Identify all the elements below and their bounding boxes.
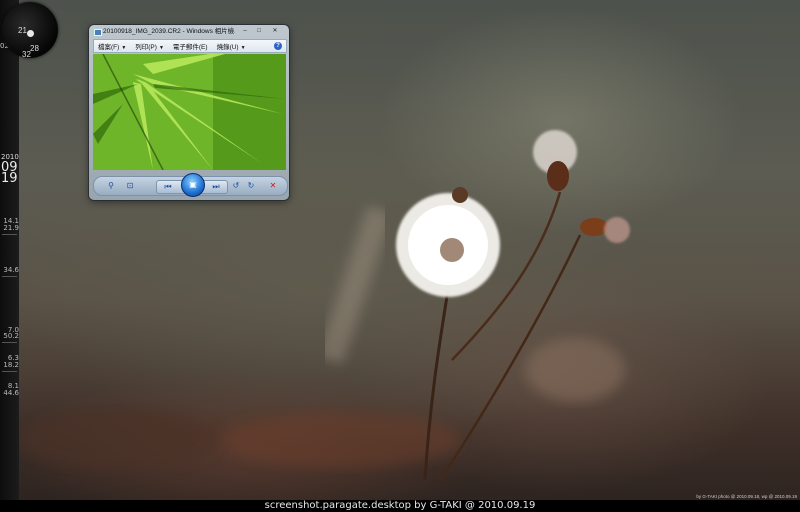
- menu-file-label: 檔案(F): [98, 44, 120, 51]
- menu-email-label: 電子郵件(E): [172, 44, 208, 51]
- zoom-button[interactable]: ⚲: [104, 180, 118, 192]
- viewer-toolbar: ⚲ ⊡ ⏮ ⏭ ▣ ↺ ↻ ✕: [93, 173, 288, 197]
- clock-second: 32: [22, 50, 31, 59]
- menu-print[interactable]: 列印(P) ▼: [131, 41, 169, 51]
- meter-5-bottom: 44.6: [3, 389, 19, 397]
- menu-print-label: 列印(P): [135, 44, 157, 51]
- meter-divider: [2, 371, 17, 372]
- meter-1-bottom: 21.9: [3, 224, 19, 232]
- window-title: 20100918_IMG_2039.CR2 - Windows 相片檢...: [103, 28, 235, 35]
- help-icon[interactable]: ?: [274, 42, 282, 50]
- photo-display[interactable]: [93, 54, 286, 170]
- chevron-down-icon: ▼: [121, 45, 127, 51]
- menu-burn[interactable]: 燒錄(U) ▼: [213, 41, 251, 51]
- meter-4-bottom: 18.2: [3, 361, 19, 369]
- delete-button[interactable]: ✕: [267, 180, 279, 192]
- caption-bar: screenshot.paragate.desktop by G-TAKI @ …: [0, 500, 800, 512]
- meter-2-top: 34.6: [3, 266, 19, 274]
- menu-file[interactable]: 檔案(F) ▼: [94, 41, 131, 51]
- meter-divider: [2, 342, 17, 343]
- rotate-cw-button[interactable]: ↻: [245, 180, 257, 192]
- chevron-down-icon: ▼: [158, 45, 164, 51]
- meter-3-bottom: 50.2: [3, 332, 19, 340]
- clock-gadget[interactable]: 21 28 32: [2, 2, 58, 59]
- actual-size-button[interactable]: ⊡: [124, 180, 136, 192]
- photo-viewer-window[interactable]: 20100918_IMG_2039.CR2 - Windows 相片檢... –…: [89, 25, 289, 200]
- clock-hour: 21: [18, 26, 27, 35]
- minimize-button[interactable]: –: [239, 27, 251, 36]
- rotate-ccw-button[interactable]: ↺: [230, 180, 242, 192]
- meter-divider: [2, 276, 17, 277]
- menu-burn-label: 燒錄(U): [216, 44, 239, 51]
- meter-divider: [2, 234, 17, 235]
- menu-bar: 檔案(F) ▼ 列印(P) ▼ 電子郵件(E) 燒錄(U) ▼ ?: [93, 39, 287, 53]
- wallpaper-credit: by G-TAKI photo @ 2010.09.18, wp @ 2010.…: [696, 494, 797, 499]
- clock-minute: 28: [30, 44, 39, 53]
- next-button[interactable]: ⏭: [209, 181, 223, 193]
- clock-center-icon: [27, 30, 34, 37]
- photo-viewer-app-icon: [94, 29, 102, 36]
- menu-email[interactable]: 電子郵件(E): [169, 41, 213, 51]
- maximize-button[interactable]: □: [253, 27, 265, 36]
- window-controls: – □ ✕: [239, 27, 283, 37]
- gadget-sidebar: 02:54:44 2010 09 19 14.1 21.9 34.6 7.0 5…: [0, 0, 31, 500]
- slideshow-button[interactable]: ▣: [181, 173, 205, 197]
- close-button[interactable]: ✕: [267, 27, 283, 36]
- chevron-down-icon: ▼: [240, 45, 246, 51]
- bamboo-leaves-photo: [93, 54, 286, 170]
- screenshot-caption: screenshot.paragate.desktop by G-TAKI @ …: [264, 500, 536, 511]
- previous-button[interactable]: ⏮: [161, 181, 175, 193]
- date-day: 19: [1, 171, 18, 186]
- title-bar[interactable]: 20100918_IMG_2039.CR2 - Windows 相片檢... –…: [91, 26, 287, 38]
